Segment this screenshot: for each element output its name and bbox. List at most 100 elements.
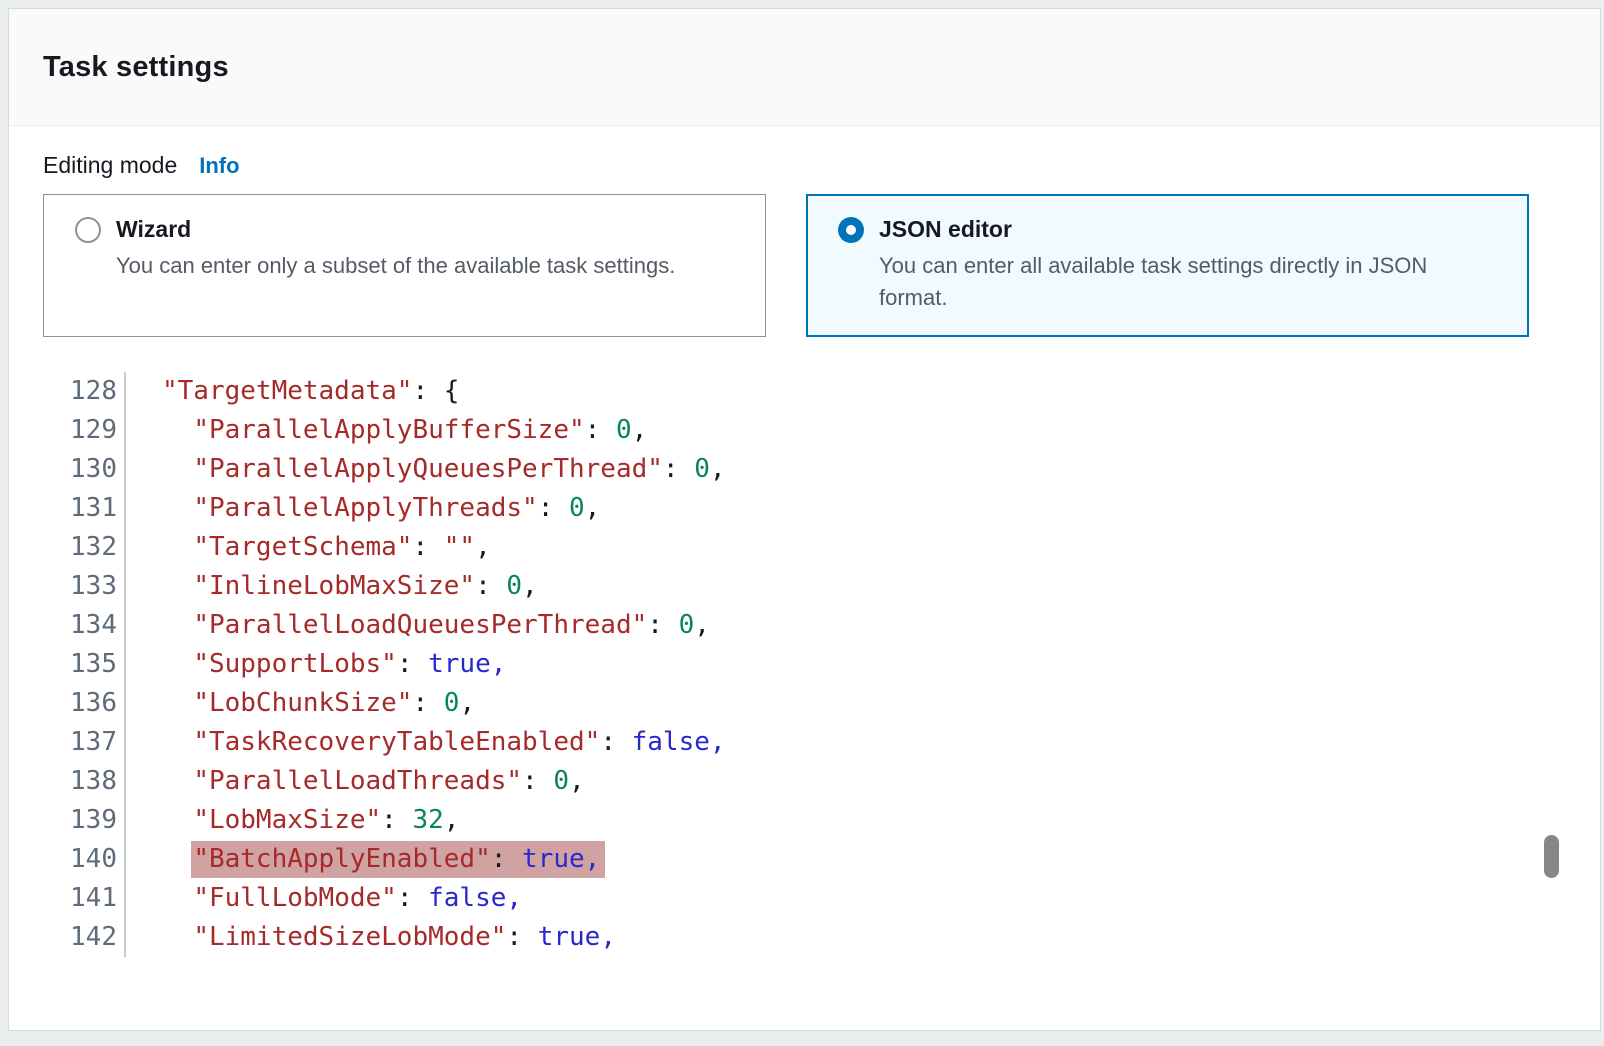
json-comma: , xyxy=(585,493,601,523)
info-link[interactable]: Info xyxy=(199,153,239,179)
json-colon: : xyxy=(475,571,506,601)
json-comma: , xyxy=(459,688,475,718)
code-line-content: "FullLobMode": false, xyxy=(193,883,522,913)
line-number: 130 xyxy=(43,450,117,489)
line-number: 138 xyxy=(43,762,117,801)
json-key: "SupportLobs" xyxy=(193,649,397,679)
code-line[interactable]: "LobChunkSize": 0, xyxy=(162,684,1566,723)
json-key: "BatchApplyEnabled" xyxy=(193,844,490,874)
json-comma: , xyxy=(569,766,585,796)
json-key: "TaskRecoveryTableEnabled" xyxy=(193,727,600,757)
indent xyxy=(162,493,193,523)
json-value: false xyxy=(428,883,506,913)
code-line-content: "TaskRecoveryTableEnabled": false, xyxy=(193,727,725,757)
indent xyxy=(162,415,193,445)
code-line-content: "ParallelApplyQueuesPerThread": 0, xyxy=(193,454,725,484)
json-value: true xyxy=(428,649,491,679)
code-line[interactable]: "TargetMetadata": { xyxy=(162,372,1566,411)
json-comma: , xyxy=(491,649,507,679)
json-key: "ParallelApplyThreads" xyxy=(193,493,537,523)
code-line-content: "TargetSchema": "", xyxy=(193,532,490,562)
code-line[interactable]: "FullLobMode": false, xyxy=(162,879,1566,918)
line-number: 139 xyxy=(43,801,117,840)
json-key: "LimitedSizeLobMode" xyxy=(193,922,506,952)
code-line-content: "SupportLobs": true, xyxy=(193,649,506,679)
indent xyxy=(162,571,193,601)
line-number: 136 xyxy=(43,684,117,723)
code-lines[interactable]: "TargetMetadata": { "ParallelApplyBuffer… xyxy=(126,372,1566,957)
code-line[interactable]: "ParallelApplyQueuesPerThread": 0, xyxy=(162,450,1566,489)
json-value: 0 xyxy=(616,415,632,445)
code-line[interactable]: "LimitedSizeLobMode": true, xyxy=(162,918,1566,957)
scrollbar-thumb[interactable] xyxy=(1544,835,1559,878)
line-number: 128 xyxy=(43,372,117,411)
line-number: 133 xyxy=(43,567,117,606)
json-colon: : xyxy=(412,688,443,718)
json-code-editor[interactable]: 1281291301311321331341351361371381391401… xyxy=(43,372,1566,983)
code-line[interactable]: "ParallelApplyBufferSize": 0, xyxy=(162,411,1566,450)
code-line-content: "InlineLobMaxSize": 0, xyxy=(193,571,537,601)
json-colon: : xyxy=(506,922,537,952)
code-line-content: "LobMaxSize": 32, xyxy=(193,805,459,835)
json-colon: : xyxy=(538,493,569,523)
json-comma: , xyxy=(444,805,460,835)
json-comma: , xyxy=(600,922,616,952)
indent xyxy=(162,922,193,952)
json-colon: : xyxy=(600,727,631,757)
code-line[interactable]: "TargetSchema": "", xyxy=(162,528,1566,567)
code-line-content: "TargetMetadata": { xyxy=(162,376,459,406)
json-comma: , xyxy=(710,727,726,757)
json-value: 0 xyxy=(506,571,522,601)
code-line-content: "LimitedSizeLobMode": true, xyxy=(193,922,616,952)
indent xyxy=(162,766,193,796)
radio-button-json-editor[interactable] xyxy=(838,217,864,243)
json-value: 0 xyxy=(694,454,710,484)
option-title-wizard: Wizard xyxy=(116,216,191,243)
task-settings-panel: Task settings Editing mode Info Wizard Y… xyxy=(8,8,1601,1031)
code-line-content: "ParallelApplyThreads": 0, xyxy=(193,493,600,523)
indent xyxy=(162,727,193,757)
code-line[interactable]: "InlineLobMaxSize": 0, xyxy=(162,567,1566,606)
line-number: 141 xyxy=(43,879,117,918)
panel-content: Editing mode Info Wizard You can enter o… xyxy=(9,152,1600,983)
json-colon: : xyxy=(647,610,678,640)
code-line-highlighted[interactable]: "BatchApplyEnabled": true, xyxy=(162,840,1566,879)
line-number: 140 xyxy=(43,840,117,879)
json-colon: : xyxy=(585,415,616,445)
option-description-json-editor: You can enter all available task setting… xyxy=(879,250,1501,314)
json-comma: , xyxy=(694,610,710,640)
line-number-gutter: 1281291301311321331341351361371381391401… xyxy=(43,372,117,957)
json-comma: , xyxy=(522,571,538,601)
radio-button-wizard[interactable] xyxy=(75,217,101,243)
code-line[interactable]: "ParallelLoadThreads": 0, xyxy=(162,762,1566,801)
json-colon: : xyxy=(397,883,428,913)
line-number: 131 xyxy=(43,489,117,528)
line-number: 135 xyxy=(43,645,117,684)
json-comma: , xyxy=(585,844,601,874)
json-key: "TargetSchema" xyxy=(193,532,412,562)
code-line[interactable]: "LobMaxSize": 32, xyxy=(162,801,1566,840)
json-colon: : xyxy=(381,805,412,835)
json-comma: , xyxy=(475,532,491,562)
option-title-json-editor: JSON editor xyxy=(879,216,1012,243)
gutter-separator xyxy=(117,372,126,957)
option-card-wizard[interactable]: Wizard You can enter only a subset of th… xyxy=(43,194,766,337)
json-value: 0 xyxy=(569,493,585,523)
line-number: 134 xyxy=(43,606,117,645)
json-key: "InlineLobMaxSize" xyxy=(193,571,475,601)
json-colon: : xyxy=(491,844,522,874)
editing-mode-row: Editing mode Info xyxy=(43,152,1566,179)
code-line[interactable]: "TaskRecoveryTableEnabled": false, xyxy=(162,723,1566,762)
json-colon: : xyxy=(412,376,443,406)
code-line[interactable]: "ParallelLoadQueuesPerThread": 0, xyxy=(162,606,1566,645)
json-comma: , xyxy=(710,454,726,484)
code-line[interactable]: "SupportLobs": true, xyxy=(162,645,1566,684)
indent xyxy=(162,649,193,679)
indent xyxy=(162,805,193,835)
json-value: 32 xyxy=(412,805,443,835)
code-line-content: "LobChunkSize": 0, xyxy=(193,688,475,718)
json-value: true xyxy=(522,844,585,874)
json-key: "ParallelLoadThreads" xyxy=(193,766,522,796)
option-card-json-editor[interactable]: JSON editor You can enter all available … xyxy=(806,194,1529,337)
code-line[interactable]: "ParallelApplyThreads": 0, xyxy=(162,489,1566,528)
